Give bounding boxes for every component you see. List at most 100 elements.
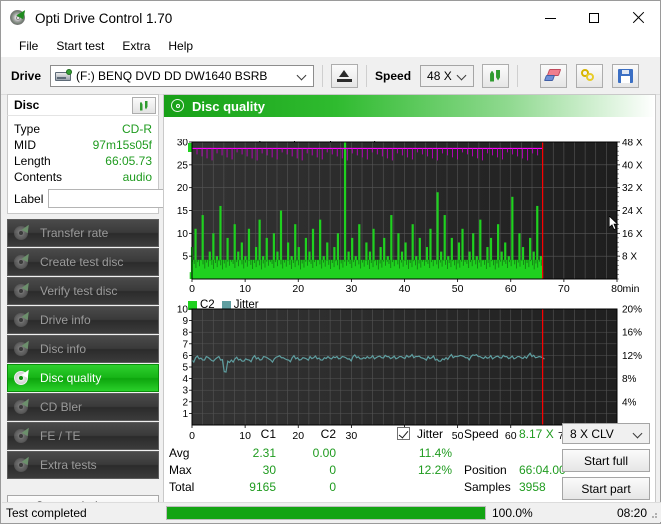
menu-item-help[interactable]: Help: [159, 37, 202, 55]
samples-stat-value: 3958: [519, 480, 546, 494]
stats-row-max-label: Max: [169, 463, 192, 477]
svg-text:8%: 8%: [622, 374, 637, 385]
progress-bar: [166, 505, 486, 520]
disc-icon: [13, 251, 33, 271]
stats-total-c1: 9165: [249, 480, 276, 494]
svg-text:24 X: 24 X: [622, 206, 643, 217]
key-button[interactable]: [576, 63, 604, 88]
svg-text:5: 5: [182, 363, 188, 374]
sidebar-item-drive-info[interactable]: Drive info: [7, 306, 159, 334]
svg-text:10: 10: [239, 283, 251, 295]
drive-icon: [55, 69, 73, 82]
eraser-icon: [543, 68, 562, 83]
drive-label: Drive: [11, 68, 42, 83]
svg-text:16 X: 16 X: [622, 229, 643, 240]
menu-item-extra[interactable]: Extra: [113, 37, 159, 55]
minimize-icon: [544, 17, 556, 19]
eject-icon: [337, 69, 353, 82]
stats-avg-c1: 2.31: [252, 446, 276, 460]
stats-col-c1: C1: [260, 427, 276, 441]
svg-text:10: 10: [177, 229, 189, 240]
svg-text:0: 0: [189, 283, 195, 295]
sidebar-item-extra-tests[interactable]: Extra tests: [7, 451, 159, 479]
svg-text:20: 20: [292, 283, 304, 295]
disc-icon: [13, 309, 33, 329]
eject-button[interactable]: [331, 63, 359, 88]
svg-text:16%: 16%: [622, 328, 642, 339]
sidebar-item-create-test-disc[interactable]: Create test disc: [7, 248, 159, 276]
save-button[interactable]: [612, 63, 640, 88]
window-controls: [528, 1, 660, 35]
disc-label-caption: Label: [14, 191, 44, 206]
svg-text:min: min: [623, 283, 640, 295]
menu-item-file[interactable]: File: [10, 37, 47, 55]
svg-text:4%: 4%: [622, 397, 637, 408]
disc-panel-header: Disc: [7, 94, 159, 115]
svg-text:30: 30: [177, 139, 189, 149]
sidebar-item-verify-test-disc[interactable]: Verify test disc: [7, 277, 159, 305]
svg-text:8: 8: [182, 328, 188, 339]
toolbar-divider-2: [366, 64, 368, 87]
progress-bar-fill: [167, 506, 485, 519]
maximize-button[interactable]: [572, 1, 616, 35]
start-full-button[interactable]: Start full: [562, 449, 650, 472]
write-strategy-select[interactable]: 8 X CLV: [562, 423, 650, 444]
svg-text:10: 10: [177, 305, 189, 316]
svg-text:20%: 20%: [622, 305, 642, 316]
menu-item-start-test[interactable]: Start test: [47, 37, 113, 55]
close-button[interactable]: [616, 1, 660, 35]
svg-text:40 X: 40 X: [622, 160, 643, 171]
stats-total-c2: 0: [329, 480, 336, 494]
sidebar-item-disc-info[interactable]: Disc info: [7, 335, 159, 363]
close-icon: [632, 12, 644, 24]
start-part-button[interactable]: Start part: [562, 477, 650, 500]
panel-title: Disc quality: [192, 98, 265, 114]
svg-text:20: 20: [177, 183, 189, 194]
drive-select[interactable]: (F:) BENQ DVD DD DW1640 BSRB: [50, 64, 315, 87]
stats-row-total-label: Total: [169, 480, 195, 494]
write-strategy-value: 8 X CLV: [570, 426, 614, 441]
disc-refresh-button[interactable]: [132, 97, 156, 114]
minimize-button[interactable]: [528, 1, 572, 35]
status-message: Test completed: [6, 505, 87, 520]
resize-grip[interactable]: [648, 509, 658, 519]
svg-text:60: 60: [505, 283, 517, 295]
disc-icon: [13, 222, 33, 242]
svg-text:32 X: 32 X: [622, 183, 643, 194]
sidebar-item-cd-bler[interactable]: CD Bler: [7, 393, 159, 421]
stats-max-jitter: 12.2%: [417, 463, 452, 477]
jitter-label: Jitter: [417, 427, 444, 441]
chevron-down-icon: [298, 71, 307, 80]
svg-text:25: 25: [177, 160, 189, 171]
sidebar-item-label: FE / TE: [40, 429, 81, 443]
speed-select[interactable]: 48 X: [420, 64, 475, 87]
sidebar-item-label: CD Bler: [40, 400, 83, 414]
svg-text:15: 15: [177, 206, 189, 217]
save-icon: [618, 68, 634, 83]
chevron-down-icon: [458, 71, 467, 80]
svg-text:8 X: 8 X: [622, 252, 637, 263]
sidebar-item-label: Transfer rate: [40, 226, 109, 240]
samples-stat-label: Samples: [464, 480, 511, 494]
disc-row-contents: Contents audio: [14, 169, 152, 185]
position-stat-value: 66:04.00: [519, 463, 566, 477]
svg-text:50: 50: [452, 283, 464, 295]
jitter-checkbox[interactable]: [397, 427, 410, 440]
sidebar-item-disc-quality[interactable]: Disc quality: [7, 364, 159, 392]
erase-button[interactable]: [540, 63, 568, 88]
disc-type-value: CD-R: [122, 122, 152, 136]
disc-contents-value: audio: [122, 170, 152, 184]
disc-mid-value: 97m15s05f: [92, 138, 152, 152]
disc-icon: [13, 396, 33, 416]
sidebar-item-transfer-rate[interactable]: Transfer rate: [7, 219, 159, 247]
sidebar-item-fe-te[interactable]: FE / TE: [7, 422, 159, 450]
svg-text:80: 80: [611, 283, 623, 295]
maximize-icon: [589, 13, 599, 23]
refresh-button[interactable]: [482, 63, 510, 88]
disc-mid-label: MID: [14, 138, 36, 152]
toolbar-divider-3: [517, 64, 519, 87]
svg-text:70: 70: [558, 283, 570, 295]
speed-stat-value: 8.17 X: [519, 427, 554, 441]
left-panel: Disc Type CD-R MID 97m15s05f Length 66:0…: [7, 94, 231, 517]
